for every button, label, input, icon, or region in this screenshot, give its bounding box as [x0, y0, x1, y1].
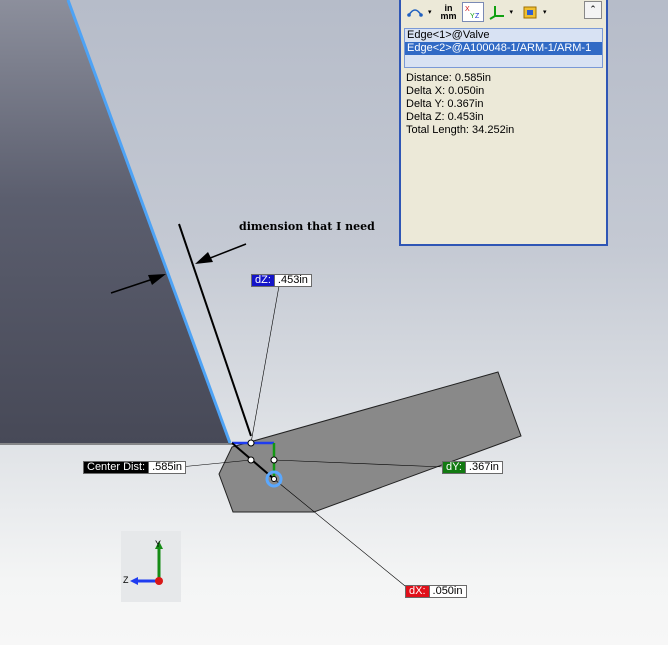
- chevron-down-icon[interactable]: ▾: [428, 8, 432, 16]
- units-bottom-label: mm: [440, 11, 457, 21]
- callout-dx-value: .050in: [428, 586, 466, 597]
- result-delta-z: Delta Z: 0.453in: [406, 111, 484, 123]
- measure-arc-icon[interactable]: [404, 2, 426, 22]
- triad-z-label: Z: [123, 575, 129, 585]
- measure-panel[interactable]: ▾ in mm X Y Z ▾ ▾ ⌃ Edge<1>@Valve Edge<2…: [399, 0, 608, 246]
- svg-text:Z: Z: [475, 13, 480, 20]
- coordinate-system-icon[interactable]: [486, 2, 508, 22]
- result-distance: Distance: 0.585in: [406, 72, 491, 84]
- callout-center-value: .585in: [148, 462, 186, 473]
- arrow-right-head: [195, 252, 213, 264]
- callout-dz-key: dZ:: [252, 275, 274, 286]
- leader-dz: [250, 285, 280, 444]
- vertex-marker: [247, 439, 255, 447]
- result-delta-y: Delta Y: 0.367in: [406, 98, 484, 110]
- vertex-marker: [270, 456, 278, 464]
- selection-item[interactable]: Edge<1>@Valve: [405, 29, 602, 42]
- measure-results: Distance: 0.585in Delta X: 0.050in Delta…: [406, 72, 606, 137]
- callout-dz-value: .453in: [273, 275, 311, 286]
- callout-dx-key: dX:: [406, 586, 429, 597]
- vertex-marker: [247, 456, 255, 464]
- selection-list[interactable]: Edge<1>@Valve Edge<2>@A100048-1/ARM-1/AR…: [404, 28, 603, 68]
- result-delta-x: Delta X: 0.050in: [406, 85, 485, 97]
- measure-toolbar: ▾ in mm X Y Z ▾ ▾ ⌃: [401, 0, 606, 24]
- chevron-down-icon[interactable]: ▾: [510, 8, 514, 16]
- callout-dy-value: .367in: [464, 462, 502, 473]
- selection-item-selected[interactable]: Edge<2>@A100048-1/ARM-1/ARM-1: [405, 42, 602, 55]
- units-icon[interactable]: in mm: [438, 2, 460, 22]
- projection-icon[interactable]: [519, 2, 541, 22]
- callout-dx[interactable]: dX: .050in: [405, 585, 467, 598]
- reference-triad: Y Z: [121, 531, 181, 602]
- vertex-marker: [271, 476, 277, 482]
- chevron-down-icon[interactable]: ▾: [543, 8, 547, 16]
- callout-dy[interactable]: dY: .367in: [442, 461, 503, 474]
- collapse-icon[interactable]: ⌃: [584, 1, 602, 19]
- result-total-length: Total Length: 34.252in: [406, 124, 515, 136]
- triad-y-label: Y: [155, 539, 162, 549]
- triad-axes: [130, 541, 163, 585]
- valve-body[interactable]: [0, 0, 230, 443]
- xyz-delta-icon[interactable]: X Y Z: [461, 2, 484, 22]
- annotation-text: dimension that I need: [239, 220, 375, 233]
- callout-dy-key: dY:: [443, 462, 465, 473]
- svg-text:X: X: [465, 6, 470, 13]
- callout-center-key: Center Dist:: [84, 462, 149, 473]
- callout-dz[interactable]: dZ: .453in: [251, 274, 312, 287]
- callout-center-dist[interactable]: Center Dist: .585in: [83, 461, 187, 474]
